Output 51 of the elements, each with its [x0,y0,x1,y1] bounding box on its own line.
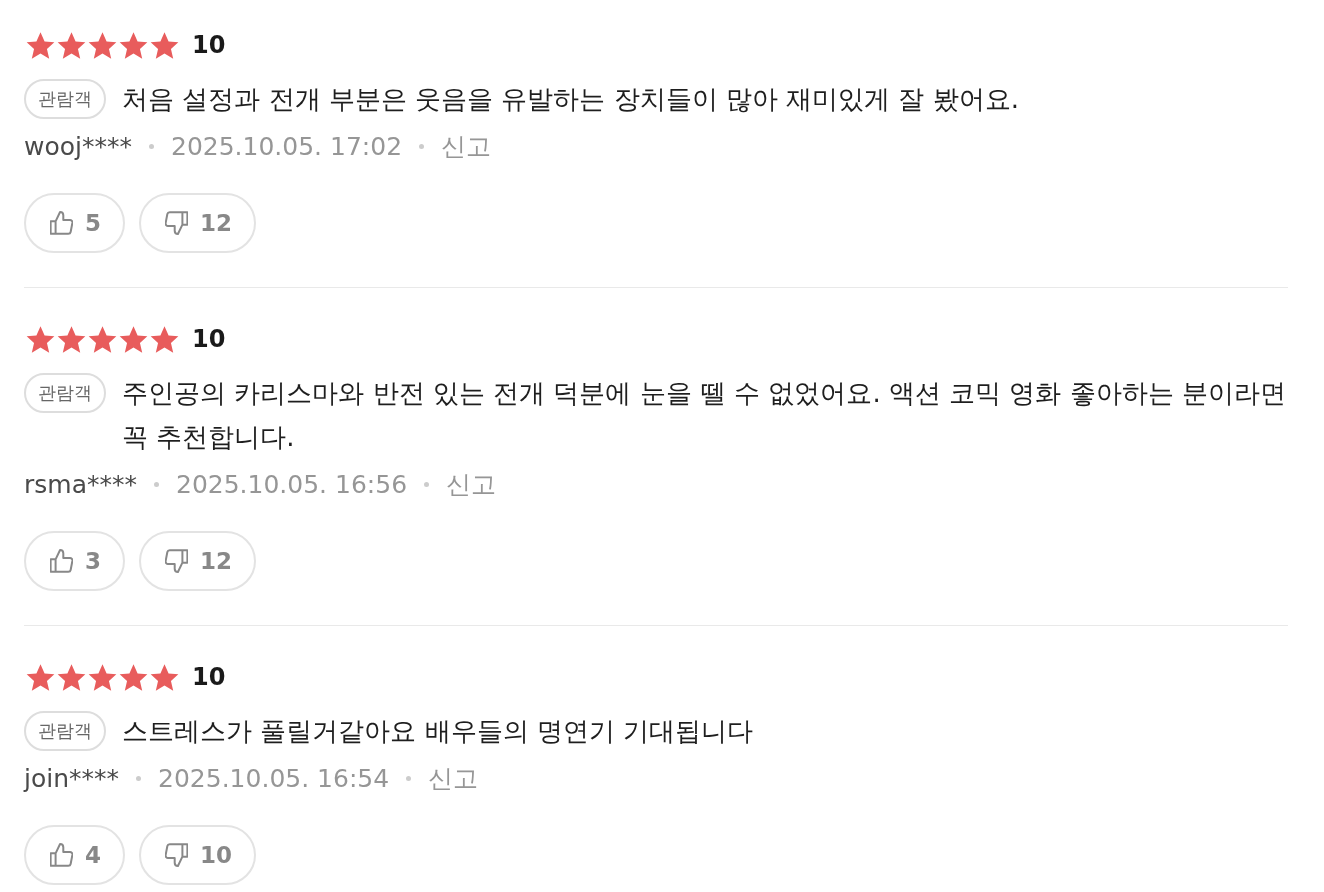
rating-score: 10 [192,325,226,353]
star-icon [57,663,86,691]
report-link[interactable]: 신고 [446,467,497,501]
star-icon [57,31,86,59]
review-date: 2025.10.05. 17:02 [171,131,403,161]
viewer-tag: 관람객 [24,711,106,751]
like-button[interactable]: 3 [24,531,125,591]
review-date: 2025.10.05. 16:54 [158,763,390,793]
like-button[interactable]: 4 [24,825,125,885]
star-icon [150,325,179,353]
review-text: 주인공의 카리스마와 반전 있는 전개 덕분에 눈을 뗄 수 없었어요. 액션 코믹 영화 좋아하는 분이라면 꼭 추천합니다. [122,377,1287,454]
viewer-tag: 관람객 [24,79,106,119]
thumbs-down-icon [165,549,188,573]
viewer-tag: 관람객 [24,373,106,413]
thumbs-up-icon [50,211,73,235]
dot-icon [136,775,142,781]
author-name: wooj**** [24,131,132,161]
dot-icon [424,481,430,487]
dislike-button[interactable]: 12 [139,193,257,253]
report-link[interactable]: 신고 [441,129,492,163]
review-text: 처음 설정과 전개 부분은 웃음을 유발하는 장치들이 많아 재미있게 잘 봤어요. [122,83,1020,116]
author-name: join**** [24,763,120,793]
star-icon [88,325,117,353]
star-icon [119,663,148,691]
dislike-button[interactable]: 12 [139,531,257,591]
thumbs-up-icon [50,549,73,573]
dot-icon [419,143,425,149]
star-icon [26,325,55,353]
review-text: 스트레스가 풀릴거같아요 배우들의 명연기 기대됩니다 [122,715,755,748]
thumbs-up-icon [50,843,73,867]
dislike-button[interactable]: 10 [139,825,257,885]
star-icon [119,31,148,59]
dot-icon [406,775,412,781]
thumbs-down-icon [165,211,188,235]
star-icon [26,663,55,691]
like-button[interactable]: 5 [24,193,125,253]
rating-score: 10 [192,663,226,691]
star-icon [119,325,148,353]
star-icon [150,31,179,59]
dot-icon [154,481,159,487]
star-icon [88,31,117,59]
star-icon [26,31,55,59]
star-icon [88,663,117,691]
star-icon [57,325,86,353]
author-name: rsma**** [24,469,137,499]
dot-icon [149,143,154,149]
review-date: 2025.10.05. 16:56 [176,469,408,499]
star-icon [150,663,179,691]
report-link[interactable]: 신고 [428,761,479,795]
rating-score: 10 [192,31,226,59]
thumbs-down-icon [165,843,188,867]
